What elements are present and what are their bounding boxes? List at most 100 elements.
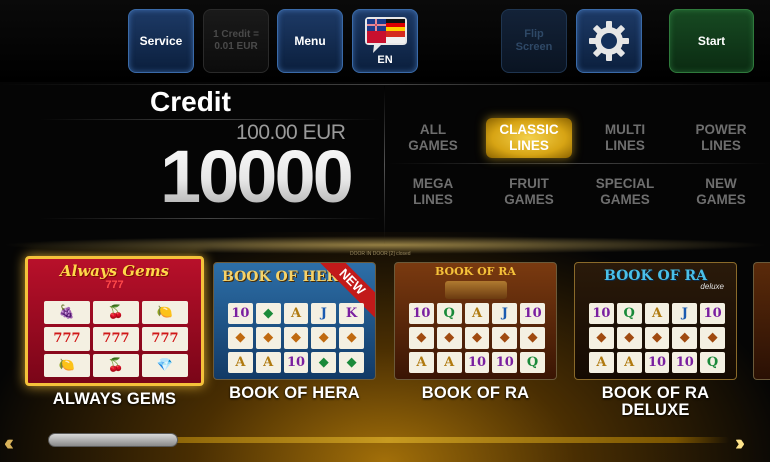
- settings-button[interactable]: [576, 9, 642, 73]
- reel-symbol: ◆: [255, 327, 281, 349]
- flip-screen-button[interactable]: Flip Screen: [501, 9, 567, 73]
- game-name-line2: DELUXE: [621, 401, 690, 419]
- menu-button[interactable]: Menu: [277, 9, 343, 73]
- credit-label: Credit: [150, 86, 231, 117]
- reel-symbol: ◆: [700, 327, 725, 349]
- reel-symbol: ◆: [644, 327, 670, 349]
- divider: [384, 86, 385, 244]
- reel-symbol: J: [672, 303, 698, 325]
- category-special-games[interactable]: SPECIAL GAMES: [582, 172, 668, 212]
- reel-symbol: ◆: [311, 327, 337, 349]
- category-line2: GAMES: [408, 138, 458, 153]
- reel-symbol: Q: [436, 303, 462, 325]
- category-mega-lines[interactable]: MEGA LINES: [390, 172, 476, 212]
- category-all-games[interactable]: ALL GAMES: [390, 118, 476, 158]
- game-name-book-of-hera[interactable]: BOOK OF HERA: [213, 385, 376, 402]
- reel-symbol: ◆: [616, 327, 642, 349]
- reel-symbol: J: [311, 303, 337, 325]
- reel-symbol: A: [436, 351, 462, 373]
- start-button[interactable]: Start: [669, 9, 754, 73]
- reel-symbol: 10: [644, 351, 670, 373]
- credit-amount: 10000: [160, 135, 354, 218]
- reel-symbol: 10: [589, 303, 614, 325]
- game-name-line1: BOOK OF RA: [601, 384, 710, 402]
- reel-symbol: 10: [409, 303, 434, 325]
- category-power-lines[interactable]: POWER LINES: [678, 118, 764, 158]
- reel-symbol: 10: [464, 351, 490, 373]
- reel-symbol: Q: [616, 303, 642, 325]
- service-button[interactable]: Service: [128, 9, 194, 73]
- credit-rate-button[interactable]: 1 Credit = 0.01 EUR: [203, 9, 269, 73]
- category-line2: GAMES: [600, 192, 650, 207]
- reel-symbol: ◆: [283, 327, 309, 349]
- reel-symbol: 10: [520, 303, 545, 325]
- reel-symbol: ◆: [255, 303, 281, 325]
- language-button[interactable]: EN: [352, 9, 418, 73]
- game-tile-book-of-hera[interactable]: BOOK OF HERA NEW 10 ◆ A J K ◆ ◆ ◆ ◆ ◆ A …: [213, 262, 376, 380]
- reel-symbol: 10: [492, 351, 518, 373]
- reel-symbol: K: [339, 303, 364, 325]
- category-new-games[interactable]: NEW GAMES: [678, 172, 764, 212]
- category-line1: CLASSIC: [499, 122, 559, 137]
- reel-symbol: ◆: [436, 327, 462, 349]
- category-line1: SPECIAL: [595, 176, 655, 191]
- reel-symbol: ◆: [228, 327, 253, 349]
- reel-symbol: 10: [283, 351, 309, 373]
- game-tile-partial[interactable]: [753, 262, 770, 380]
- game-name-book-of-ra-deluxe[interactable]: BOOK OF RA DELUXE: [574, 385, 737, 419]
- divider: [388, 163, 770, 164]
- category-fruit-games[interactable]: FRUIT GAMES: [486, 172, 572, 212]
- category-line1: ALL: [419, 122, 447, 137]
- divider: [40, 218, 380, 219]
- category-line2: LINES: [509, 138, 549, 153]
- credit-rate-line2: 0.01 EUR: [214, 41, 258, 52]
- door-status-note: DOOR IN DOOR [2] closed: [350, 251, 411, 257]
- reel-symbol: A: [464, 303, 490, 325]
- game-logo-sub: 777: [105, 279, 124, 291]
- reel-symbol: 🍇: [44, 301, 90, 325]
- reel-symbol: 10: [228, 303, 253, 325]
- reel-symbol: 💎: [142, 353, 188, 377]
- scroll-right-icon[interactable]: ›››: [735, 430, 745, 456]
- menu-label: Menu: [294, 34, 326, 48]
- game-logo: BOOK OF RA: [435, 265, 516, 278]
- reel-symbol: 🍒: [93, 301, 139, 325]
- reel-symbol: 🍋: [142, 301, 188, 325]
- category-line1: MULTI: [604, 122, 646, 137]
- gear-icon: [589, 21, 629, 61]
- scroll-thumb[interactable]: [48, 433, 178, 447]
- game-name-always-gems[interactable]: ALWAYS GEMS: [25, 391, 204, 408]
- category-classic-lines[interactable]: CLASSIC LINES: [486, 118, 572, 158]
- reel-symbol: ◆: [339, 351, 364, 373]
- category-line1: POWER: [695, 122, 747, 137]
- reel-grid: 10 Q A J 10 ◆ ◆ ◆ ◆ ◆ A A 10 10 Q: [409, 303, 545, 373]
- category-multi-lines[interactable]: MULTI LINES: [582, 118, 668, 158]
- reel-symbol: A: [616, 351, 642, 373]
- flip-line2: Screen: [515, 41, 553, 53]
- reel-symbol: A: [255, 351, 281, 373]
- game-tile-book-of-ra-deluxe[interactable]: BOOK OF RA deluxe 10 Q A J 10 ◆ ◆ ◆ ◆ ◆ …: [574, 262, 737, 380]
- reel-symbol: ◆: [589, 327, 614, 349]
- reel-symbol: 10: [700, 303, 725, 325]
- category-line2: LINES: [605, 138, 645, 153]
- game-tile-always-gems[interactable]: Always Gems 777 🍇 🍒 🍋 777 777 777 🍋 🍒 💎: [25, 256, 204, 386]
- reel-symbol: ◆: [339, 327, 364, 349]
- reel-symbol: A: [283, 303, 309, 325]
- game-name-book-of-ra[interactable]: BOOK OF RA: [394, 385, 557, 402]
- divider: [40, 119, 380, 120]
- reel-grid: 10 Q A J 10 ◆ ◆ ◆ ◆ ◆ A A 10 10 Q: [589, 303, 725, 373]
- reel-grid: 10 ◆ A J K ◆ ◆ ◆ ◆ ◆ A A 10 ◆ ◆: [228, 303, 364, 373]
- reel-symbol: ◆: [409, 327, 434, 349]
- reel-symbol: A: [228, 351, 253, 373]
- reel-symbol: ◆: [672, 327, 698, 349]
- category-line1: MEGA: [412, 176, 454, 191]
- category-line2: LINES: [701, 138, 741, 153]
- reel-symbol: A: [644, 303, 670, 325]
- reel-symbol: 🍒: [93, 353, 139, 377]
- reel-symbol: 🍋: [44, 353, 90, 377]
- divider: [0, 84, 770, 85]
- category-line2: LINES: [413, 192, 453, 207]
- reel-symbol: ◆: [520, 327, 545, 349]
- scroll-left-icon[interactable]: ‹‹‹: [4, 430, 14, 456]
- game-tile-book-of-ra[interactable]: BOOK OF RA 10 Q A J 10 ◆ ◆ ◆ ◆ ◆ A A 10 …: [394, 262, 557, 380]
